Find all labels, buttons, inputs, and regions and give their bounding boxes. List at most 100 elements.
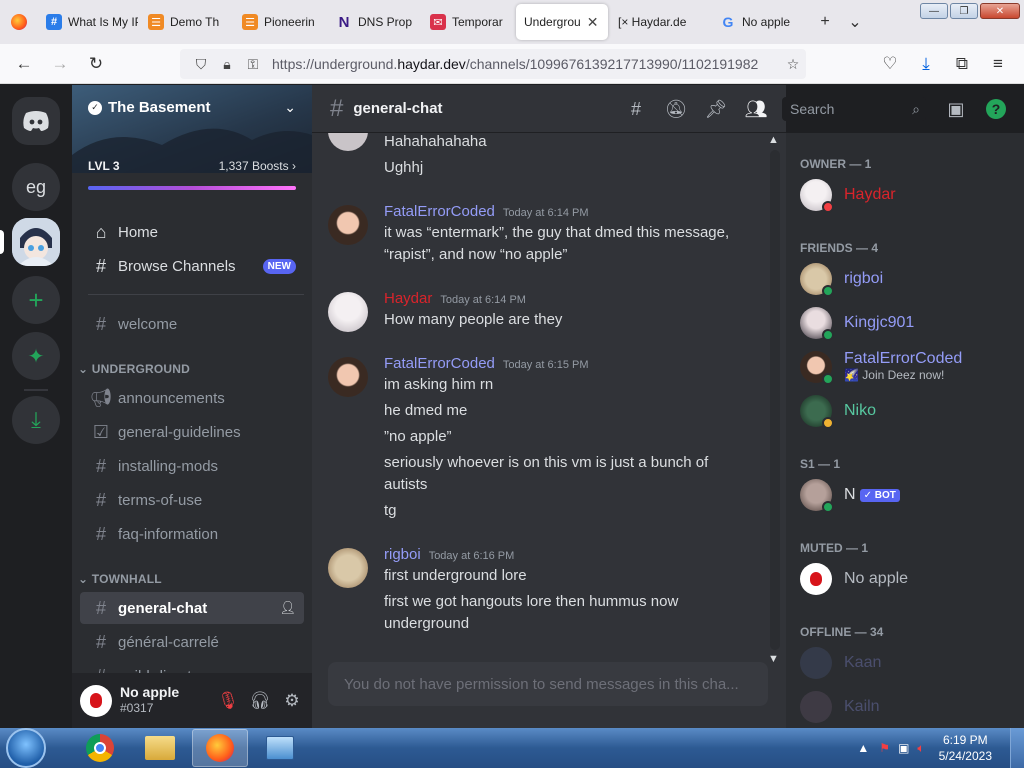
clock[interactable]: 6:19 PM 5/24/2023 <box>939 732 992 764</box>
threads-icon[interactable]: # <box>624 97 648 121</box>
member-item[interactable]: rigboi <box>800 258 1016 300</box>
browser-tab[interactable]: ☰ Demo Th <box>140 4 232 40</box>
channel-welcome[interactable]: # welcome <box>80 308 304 340</box>
action-center-icon[interactable]: ⚑ <box>879 741 890 755</box>
avatar[interactable] <box>328 292 368 332</box>
browser-tab[interactable]: ☰ Pioneerin <box>234 4 326 40</box>
minimize-button[interactable]: — <box>920 3 948 19</box>
download-apps-button[interactable]: ⤓ <box>12 396 60 444</box>
message-author[interactable]: Haydar Today at 6:14 PM <box>384 290 526 307</box>
channel-label: général-carrelé <box>118 633 219 651</box>
help-icon[interactable]: ? <box>984 97 1008 121</box>
chrome-taskbar-icon[interactable] <box>72 729 128 767</box>
channel-faq-information[interactable]: # faq-information <box>80 518 304 550</box>
browser-tab[interactable]: [× Haydar.de <box>610 4 710 40</box>
pocket-icon[interactable]: ♡ <box>872 46 908 82</box>
maximize-button[interactable]: ❐ <box>950 3 978 19</box>
gear-icon[interactable]: ⚙ <box>276 685 308 717</box>
scrollbar[interactable] <box>770 150 780 650</box>
member-item[interactable]: Niko <box>800 390 1016 432</box>
forward-icon[interactable]: → <box>42 46 78 82</box>
channel-installing-mods[interactable]: # installing-mods <box>80 450 304 482</box>
menu-icon[interactable]: ≡ <box>980 46 1016 82</box>
browser-tab-active[interactable]: Undergrou ✕ <box>516 4 608 40</box>
permissions-icon[interactable]: ⚿ <box>240 56 266 73</box>
member-item[interactable]: Haydar <box>800 174 1016 216</box>
scroll-down-icon[interactable]: ▼ <box>768 653 779 665</box>
category-townhall[interactable]: ⌄ TOWNHALL <box>78 572 162 586</box>
channel-terms-of-use[interactable]: # terms-of-use <box>80 484 304 516</box>
add-server-button[interactable]: + <box>12 276 60 324</box>
avatar[interactable] <box>80 684 112 717</box>
avatar[interactable] <box>328 133 368 151</box>
browser-tab[interactable]: G No apple <box>712 4 808 40</box>
show-desktop-button[interactable] <box>1010 728 1024 768</box>
explore-servers-button[interactable]: ✦ <box>12 332 60 380</box>
member-list-icon[interactable]: 👥︎ <box>744 97 768 121</box>
mute-microphone-icon[interactable]: 🎙︎ <box>212 685 244 717</box>
downloads-icon[interactable]: ⤓ <box>908 46 944 82</box>
search-input[interactable]: Search ⌕ <box>782 97 926 121</box>
member-name: Niko <box>844 402 877 419</box>
tracking-shield-icon[interactable]: ⛉ <box>188 56 214 73</box>
message-author[interactable]: rigboi Today at 6:16 PM <box>384 546 514 563</box>
reload-icon[interactable]: ↻ <box>78 46 114 82</box>
browse-channels-item[interactable]: # Browse Channels NEW <box>80 250 304 282</box>
new-tab-button[interactable]: + <box>810 4 840 40</box>
firefox-taskbar-icon[interactable] <box>192 729 248 767</box>
member-name: Haydar <box>844 186 896 203</box>
notification-mute-icon[interactable]: 🔕︎ <box>664 97 688 121</box>
control-panel-taskbar-icon[interactable] <box>252 729 308 767</box>
lock-icon[interactable]: 🔒︎ <box>214 56 240 73</box>
server-name[interactable]: ✓ The Basement <box>88 99 211 116</box>
channel-general-carrele[interactable]: # général-carrelé <box>80 626 304 658</box>
server-the-basement[interactable] <box>12 218 60 266</box>
home-item[interactable]: ⌂ Home <box>80 216 304 248</box>
file-explorer-taskbar-icon[interactable] <box>132 729 188 767</box>
extensions-icon[interactable]: ⧉ <box>944 46 980 82</box>
close-window-button[interactable]: ✕ <box>980 3 1020 19</box>
user-info[interactable]: No apple #0317 <box>120 685 179 716</box>
message-input[interactable]: You do not have permission to send messa… <box>328 662 768 706</box>
avatar[interactable] <box>328 548 368 588</box>
avatar[interactable] <box>328 357 368 397</box>
tab-close-icon[interactable]: ✕ <box>587 14 599 31</box>
boost-level-row[interactable]: LVL 3 1,337 Boosts › <box>88 159 296 173</box>
inbox-icon[interactable]: ▣ <box>944 97 968 121</box>
message-input-placeholder: You do not have permission to send messa… <box>344 675 739 693</box>
channel-general-chat[interactable]: # general-chat 👤︎ <box>80 592 304 624</box>
channel-general-guidelines[interactable]: ☑ general-guidelines <box>80 416 304 448</box>
scroll-up-icon[interactable]: ▲ <box>768 134 779 146</box>
member-item[interactable]: Kingjc901 <box>800 302 1016 344</box>
headphones-icon[interactable]: 🎧︎ <box>244 685 276 717</box>
firefox-view-button[interactable] <box>0 0 38 44</box>
network-icon[interactable]: ▣ <box>898 741 909 755</box>
avatar[interactable] <box>328 205 368 245</box>
member-item[interactable]: N ✓ BOT <box>800 474 1016 516</box>
bookmark-star-icon[interactable]: ☆ <box>780 56 806 73</box>
tab-favicon: ☰ <box>148 14 164 30</box>
discord-home-icon[interactable] <box>12 97 60 145</box>
member-item[interactable]: No apple <box>800 558 1016 600</box>
member-item[interactable]: Kaan <box>800 642 1016 684</box>
show-hidden-icons-icon[interactable]: ▲ <box>857 741 869 755</box>
message-author[interactable]: FatalErrorCoded Today at 6:14 PM <box>384 203 589 220</box>
volume-icon[interactable]: 🔈︎ <box>917 741 924 756</box>
member-item[interactable]: Kailn <box>800 686 1016 728</box>
channel-announcements[interactable]: 📢︎ announcements <box>80 382 304 414</box>
member-item[interactable]: FatalErrorCoded 🌠 Join Deez now! <box>800 346 1016 388</box>
server-eg[interactable]: eg <box>12 163 60 211</box>
chevron-down-icon[interactable]: ⌄ <box>284 99 296 116</box>
home-label: Home <box>118 223 159 241</box>
category-underground[interactable]: ⌄ UNDERGROUND <box>78 362 190 376</box>
windows-start-button[interactable] <box>6 728 46 768</box>
browser-tab[interactable]: ✉ Temporar <box>422 4 514 40</box>
message-author[interactable]: FatalErrorCoded Today at 6:15 PM <box>384 355 589 372</box>
invite-user-icon[interactable]: 👤︎ <box>279 600 296 616</box>
browser-tab[interactable]: # What Is My IP <box>38 4 138 40</box>
pin-icon[interactable]: 📌︎ <box>704 97 728 121</box>
back-icon[interactable]: ← <box>6 46 42 82</box>
address-bar[interactable]: ⛉ 🔒︎ ⚿ https://underground.haydar.dev/ch… <box>180 49 806 79</box>
browser-tab[interactable]: N DNS Prop <box>328 4 420 40</box>
list-all-tabs-button[interactable]: ⌄ <box>840 4 870 40</box>
